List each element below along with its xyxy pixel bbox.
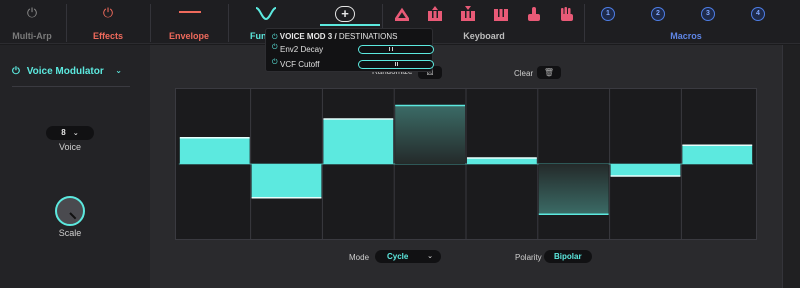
- power-icon[interactable]: ⏻: [103, 6, 113, 20]
- destination-name: VCF Cutoff: [280, 60, 320, 69]
- step-bar[interactable]: [466, 158, 537, 164]
- step-bar[interactable]: [682, 145, 753, 164]
- scrollbar[interactable]: [782, 45, 800, 288]
- trash-icon: 🗑: [543, 68, 555, 77]
- hand-icon[interactable]: [559, 6, 575, 22]
- voice-value: 8: [61, 128, 66, 137]
- voice-select[interactable]: 8 ⌄: [46, 126, 94, 140]
- macro-4-icon[interactable]: 4: [751, 7, 765, 21]
- polarity-value: Bipolar: [554, 252, 582, 261]
- wave-icon: [255, 7, 277, 21]
- chevron-down-icon: ⌄: [427, 253, 433, 260]
- keys-up-icon[interactable]: [427, 6, 443, 22]
- divider: [228, 4, 229, 42]
- keys-icon[interactable]: [493, 6, 509, 22]
- envelope-line-icon: [179, 11, 201, 13]
- destination-name: Env2 Decay: [280, 45, 324, 54]
- velocity-icon[interactable]: [394, 6, 410, 22]
- popup-title-source: VOICE MOD 3 /: [279, 32, 337, 41]
- step-bar[interactable]: [395, 105, 466, 165]
- step-bar[interactable]: [610, 164, 681, 176]
- amount-slider[interactable]: [358, 60, 434, 69]
- clear-button[interactable]: 🗑: [537, 66, 561, 79]
- mode-select[interactable]: Cycle ⌄: [375, 250, 441, 263]
- clear-label: Clear: [514, 69, 534, 78]
- divider: [150, 4, 151, 42]
- tab-label: Multi-Arp: [12, 31, 52, 41]
- tab-label: Envelope: [168, 31, 209, 41]
- popup-title-dest: DESTINATIONS: [338, 32, 398, 41]
- mode-value: Cycle: [387, 252, 409, 261]
- step-bar[interactable]: [179, 137, 250, 164]
- mode-label: Mode: [349, 253, 370, 262]
- scale-knob[interactable]: [55, 196, 85, 226]
- step-bar[interactable]: [251, 164, 322, 198]
- left-panel: ⏻ Voice Modulator ⌄: [0, 45, 150, 288]
- amount-marker: [395, 62, 396, 66]
- keys-down-icon[interactable]: [460, 6, 476, 22]
- tab-label: Effects: [92, 31, 123, 41]
- polarity-select[interactable]: Bipolar: [544, 250, 592, 263]
- macro-3-icon[interactable]: 3: [701, 7, 715, 21]
- step-bar[interactable]: [538, 164, 609, 215]
- finger-press-icon[interactable]: [526, 6, 542, 22]
- macro-2-icon[interactable]: 2: [651, 7, 665, 21]
- divider: [584, 4, 585, 42]
- amount-marker: [389, 47, 390, 51]
- step-sequencer-grid[interactable]: [175, 88, 757, 240]
- module-title: Voice Modulator: [26, 66, 104, 77]
- divider: [12, 86, 130, 87]
- amount-marker: [397, 62, 398, 66]
- destination-row[interactable]: ⏻ VCF Cutoff: [272, 59, 434, 70]
- power-icon[interactable]: ⏻: [27, 6, 37, 20]
- tab-multi-arp[interactable]: ⏻ Multi-Arp: [0, 0, 64, 44]
- power-icon[interactable]: ⏻: [272, 44, 278, 52]
- step-bar[interactable]: [323, 119, 394, 164]
- power-icon[interactable]: ⏻: [272, 59, 278, 67]
- macro-1-icon[interactable]: 1: [601, 7, 615, 21]
- knob-needle: [69, 212, 77, 220]
- module-selector[interactable]: ⏻ Voice Modulator ⌄: [12, 66, 132, 82]
- active-tab-indicator: [320, 24, 380, 26]
- popup-title: ⏻ VOICE MOD 3 / DESTINATIONS: [272, 32, 397, 42]
- chevron-down-icon: ⌄: [72, 130, 79, 137]
- tab-effects[interactable]: ⏻ Effects: [68, 0, 148, 44]
- tab-envelope[interactable]: Envelope: [152, 0, 226, 44]
- power-icon[interactable]: ⏻: [272, 34, 278, 41]
- polarity-label: Polarity: [515, 253, 542, 262]
- chevron-down-icon: ⌄: [115, 66, 122, 75]
- amount-slider[interactable]: [358, 45, 434, 54]
- power-icon[interactable]: ⏻: [12, 66, 20, 77]
- destinations-popup: ⏻ VOICE MOD 3 / DESTINATIONS ⏻ Env2 Deca…: [265, 28, 434, 72]
- scale-label: Scale: [58, 228, 82, 238]
- amount-marker: [392, 47, 393, 51]
- divider: [66, 4, 67, 42]
- plus-icon: +: [335, 6, 355, 22]
- destination-row[interactable]: ⏻ Env2 Decay: [272, 44, 434, 55]
- tab-label: Macros: [670, 31, 702, 41]
- voice-label: Voice: [58, 142, 82, 152]
